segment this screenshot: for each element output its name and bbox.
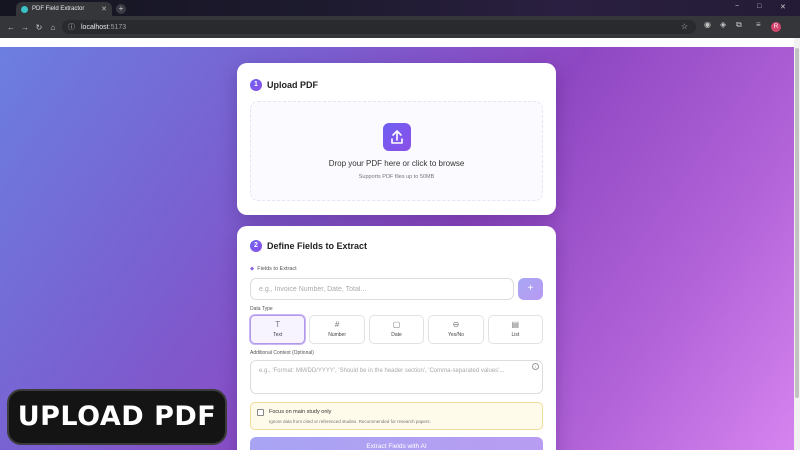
hash-icon: # bbox=[334, 320, 340, 329]
upload-card: 1 Upload PDF Drop your PDF here or click… bbox=[237, 63, 556, 215]
dropzone-instruction: Drop your PDF here or click to browse bbox=[328, 159, 465, 168]
dropzone-hint: Supports PDF files up to 50MB bbox=[358, 174, 435, 180]
favicon-icon bbox=[21, 5, 28, 13]
data-type-text[interactable]: T Text bbox=[250, 315, 306, 344]
context-textarea[interactable] bbox=[250, 360, 543, 394]
data-type-date[interactable]: ▢ Date bbox=[368, 315, 425, 344]
text-type-icon: T bbox=[275, 320, 281, 329]
new-tab-button[interactable]: + bbox=[116, 4, 126, 14]
forward-icon[interactable]: → bbox=[18, 23, 32, 32]
page-scrollbar[interactable] bbox=[794, 38, 800, 450]
browser-tab-strip: PDF Field Extractor ✕ + − □ ✕ bbox=[0, 0, 800, 16]
list-icon: ▤ bbox=[511, 320, 520, 329]
tab-close-icon[interactable]: ✕ bbox=[101, 6, 107, 13]
data-type-number[interactable]: # Number bbox=[309, 315, 365, 344]
toggle-icon: ⊖ bbox=[452, 320, 460, 329]
home-icon[interactable]: ⌂ bbox=[46, 23, 60, 32]
maximize-icon[interactable]: □ bbox=[757, 3, 761, 10]
pdf-dropzone[interactable]: Drop your PDF here or click to browse Su… bbox=[250, 101, 543, 201]
field-name-input[interactable] bbox=[250, 278, 514, 300]
focus-description: Ignore data from cited or referenced stu… bbox=[269, 419, 431, 424]
minimize-icon[interactable]: − bbox=[735, 3, 739, 10]
upload-icon[interactable] bbox=[383, 123, 411, 151]
media-control-icon[interactable]: ≡ bbox=[756, 20, 761, 29]
data-type-yes-no[interactable]: ⊖ Yes/No bbox=[428, 315, 484, 344]
scrollbar-thumb[interactable] bbox=[795, 48, 799, 398]
url-text: localhost:5173 bbox=[81, 23, 127, 31]
focus-main-study-option[interactable]: Focus on main study only Ignore data fro… bbox=[250, 402, 543, 430]
page-header-strip bbox=[0, 38, 794, 47]
reload-icon[interactable]: ↻ bbox=[32, 23, 46, 32]
define-fields-card: 2 Define Fields to Extract ◆ Fields to E… bbox=[237, 226, 556, 450]
bookmark-star-icon[interactable]: ☆ bbox=[681, 22, 688, 31]
profile-avatar[interactable]: R bbox=[771, 22, 781, 32]
caption-overlay: UPLOAD PDF bbox=[7, 389, 227, 445]
address-bar[interactable]: ⓘ localhost:5173 ☆ bbox=[62, 20, 696, 34]
browser-toolbar: ← → ↻ ⌂ ⓘ localhost:5173 ☆ bbox=[0, 16, 800, 38]
site-info-icon[interactable]: ⓘ bbox=[68, 22, 75, 32]
step-number-badge: 1 bbox=[250, 79, 262, 91]
step-number-badge: 2 bbox=[250, 240, 262, 252]
tag-icon: ◆ bbox=[250, 266, 255, 272]
browser-tab[interactable]: PDF Field Extractor ✕ bbox=[16, 2, 112, 16]
data-type-selector: T Text # Number ▢ Date ⊖ Yes/No ▤ List bbox=[250, 315, 544, 344]
extension-icon[interactable]: ◈ bbox=[720, 20, 726, 29]
close-window-icon[interactable]: ✕ bbox=[780, 3, 786, 11]
extension-icon[interactable]: ◉ bbox=[704, 20, 711, 29]
add-field-button[interactable]: + bbox=[518, 278, 543, 300]
extract-fields-button[interactable]: Extract Fields with AI bbox=[250, 437, 543, 450]
info-icon[interactable]: i bbox=[532, 363, 539, 370]
focus-title: Focus on main study only bbox=[269, 409, 332, 415]
upload-title: Upload PDF bbox=[267, 80, 318, 90]
define-fields-title: Define Fields to Extract bbox=[267, 241, 368, 251]
data-type-list[interactable]: ▤ List bbox=[487, 315, 544, 344]
back-icon[interactable]: ← bbox=[4, 23, 18, 32]
fields-label: ◆ Fields to Extract bbox=[250, 266, 297, 272]
calendar-icon: ▢ bbox=[392, 320, 401, 329]
data-type-label: Data Type bbox=[250, 306, 273, 312]
context-label: Additional Context (Optional) bbox=[250, 350, 314, 356]
extensions-puzzle-icon[interactable]: ⧉ bbox=[736, 20, 742, 30]
focus-checkbox[interactable] bbox=[257, 409, 264, 416]
tab-title: PDF Field Extractor bbox=[32, 6, 85, 12]
